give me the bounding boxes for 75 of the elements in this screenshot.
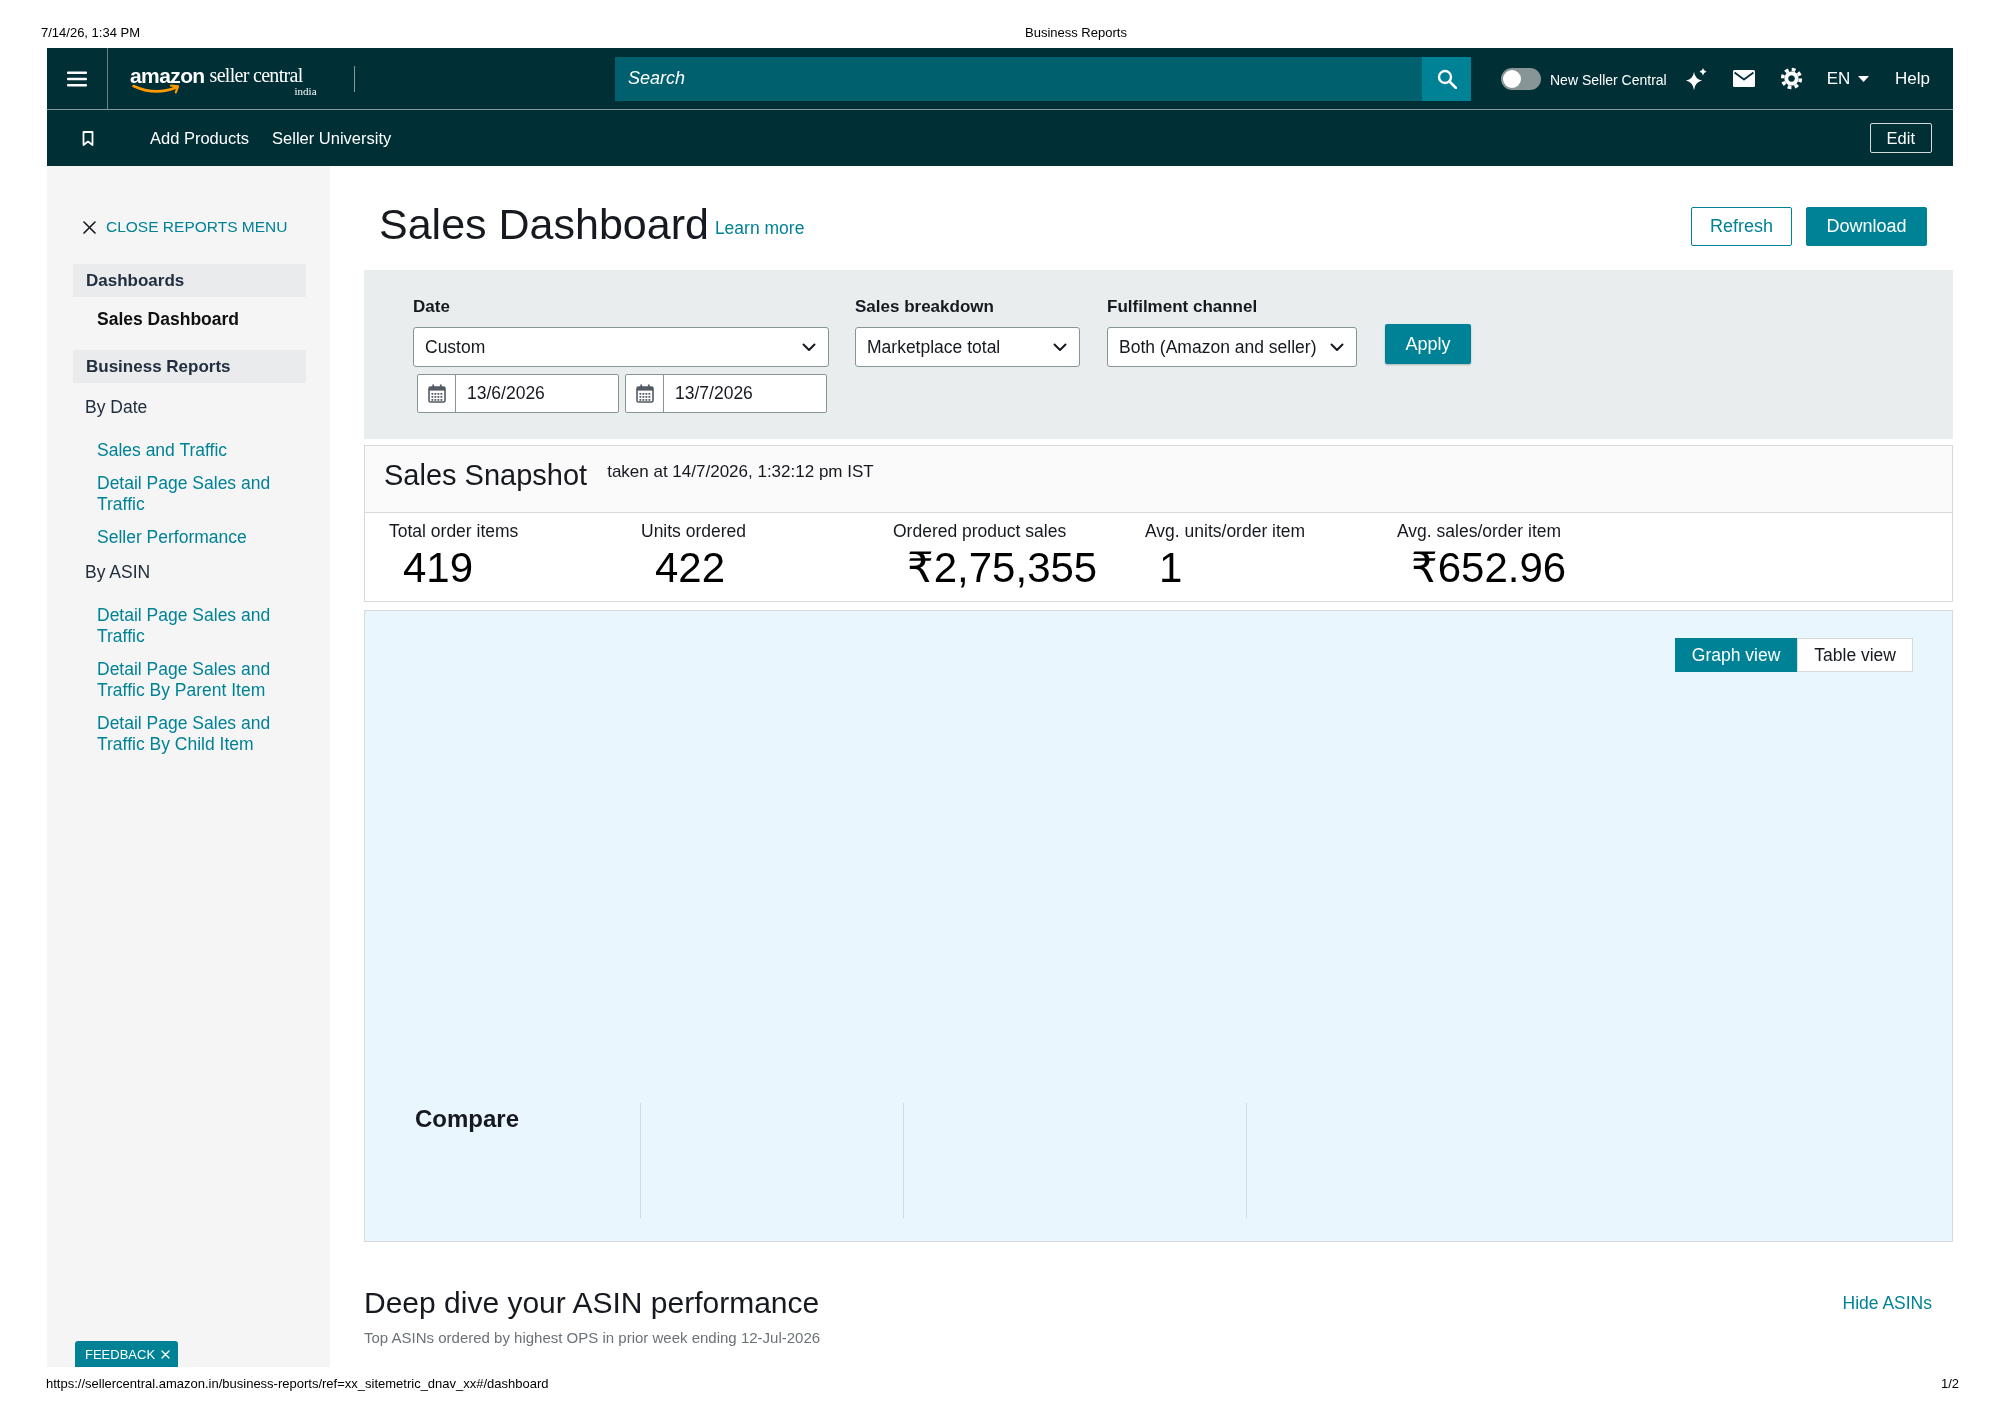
sparkle-icon[interactable] (1683, 66, 1708, 91)
calendar-icon (427, 384, 446, 403)
dropdown[interactable]: Both (Amazon and seller) (1107, 327, 1357, 367)
page-title: Sales Dashboard (379, 199, 709, 249)
chevron-down-icon (802, 342, 816, 352)
sidebar-section-header: Business Reports (73, 350, 306, 383)
download-button[interactable]: Download (1806, 207, 1927, 246)
snapshot-timestamp: taken at 14/7/2026, 1:32:12 pm IST (607, 462, 874, 482)
settings-icon[interactable] (1779, 67, 1803, 90)
compare-heading: Compare (415, 1104, 520, 1134)
metric-label: Ordered product sales (893, 521, 1067, 541)
logo-wordmark: amazon (130, 63, 205, 87)
sidebar-link[interactable]: Detail Page Sales and Traffic By Child Item (97, 713, 306, 755)
menu-icon (67, 70, 87, 87)
metric-value: ₹652.96 (1411, 545, 1567, 591)
print-url: https://sellercentral.amazon.in/business-reports/ref=xx_sitemetric_dnav_xx#/dashboard (46, 1376, 549, 1392)
filter-label: Sales breakdown (855, 296, 994, 318)
print-page-title: Business Reports (1025, 25, 1127, 41)
hide-asins-link[interactable]: Hide ASINs (1842, 1292, 1932, 1314)
sidebar-link[interactable]: Detail Page Sales and Traffic (97, 605, 306, 647)
chevron-down-icon (1330, 342, 1344, 352)
metric-label: Units ordered (641, 521, 747, 541)
print-date-time: 7/14/26, 1:34 PM (41, 25, 140, 41)
filter-label: Date (413, 296, 450, 318)
sidebar-link[interactable]: Detail Page Sales and Traffic By Parent Item (97, 659, 306, 701)
learn-more-link[interactable]: Learn more (714, 218, 805, 238)
metric-value: 422 (655, 545, 726, 591)
edit-button[interactable]: Edit (1869, 123, 1932, 153)
bookmark-icon[interactable] (82, 130, 94, 146)
metric-value: 419 (403, 545, 474, 591)
mail-icon[interactable] (1732, 70, 1755, 87)
print-page-number: 1/2 (1940, 1376, 1959, 1392)
filter-label: Fulfilment channel (1107, 296, 1258, 318)
section-title: Deep dive your ASIN performance (364, 1285, 820, 1321)
section-title: Sales Snapshot (384, 458, 588, 493)
metric-value: 1 (1159, 545, 1183, 591)
nav-link[interactable]: Add Products (150, 128, 250, 148)
feedback-tab[interactable]: FEEDBACK (75, 1341, 179, 1367)
search-field[interactable]: Search (615, 56, 1422, 101)
language-menu[interactable]: EN (1826, 68, 1870, 89)
logo-product-name: seller central (209, 63, 303, 87)
help-link[interactable]: Help (1895, 68, 1930, 89)
apply-button[interactable]: Apply (1385, 324, 1471, 364)
sidebar-link[interactable]: Detail Page Sales and Traffic (97, 473, 306, 515)
search-icon (1436, 68, 1457, 89)
sidebar-link[interactable]: Sales and Traffic (97, 440, 228, 461)
dropdown[interactable]: Custom (413, 327, 829, 367)
view-toggle-tab[interactable]: Table view (1797, 638, 1913, 672)
dropdown[interactable]: Marketplace total (855, 327, 1080, 367)
toggle-switch[interactable] (1501, 67, 1541, 90)
calendar-icon (635, 384, 654, 403)
logo-region: india (294, 85, 317, 97)
metric-label: Total order items (389, 521, 519, 541)
metric-label: Avg. sales/order item (1397, 521, 1562, 541)
close-icon (161, 1349, 171, 1359)
sidebar-group-label: By Date (85, 397, 148, 418)
toggle-label: New Seller Central (1550, 72, 1667, 88)
smile-arrow-icon (132, 83, 182, 94)
sidebar-link[interactable]: Sales Dashboard (97, 309, 239, 330)
metric-value: ₹2,75,355 (907, 545, 1098, 591)
metric-label: Avg. units/order item (1145, 521, 1306, 541)
refresh-button[interactable]: Refresh (1691, 207, 1792, 246)
date-field[interactable]: 13/7/2026 (625, 374, 827, 413)
view-toggle-tab[interactable]: Graph view (1674, 638, 1798, 672)
section-subtitle: Top ASINs ordered by highest OPS in prior week ending 12-Jul-2026 (364, 1329, 821, 1347)
close-icon (83, 220, 96, 234)
close-reports-menu-link[interactable]: CLOSE REPORTS MENU (83, 217, 288, 237)
sidebar-link[interactable]: Seller Performance (97, 527, 247, 548)
caret-icon (1858, 75, 1870, 82)
nav-link[interactable]: Seller University (272, 128, 392, 148)
sidebar-section-header: Dashboards (73, 264, 306, 297)
date-field[interactable]: 13/6/2026 (417, 374, 619, 413)
chevron-down-icon (1053, 342, 1067, 352)
search-button[interactable] (1422, 56, 1471, 101)
sidebar-group-label: By ASIN (85, 562, 151, 583)
